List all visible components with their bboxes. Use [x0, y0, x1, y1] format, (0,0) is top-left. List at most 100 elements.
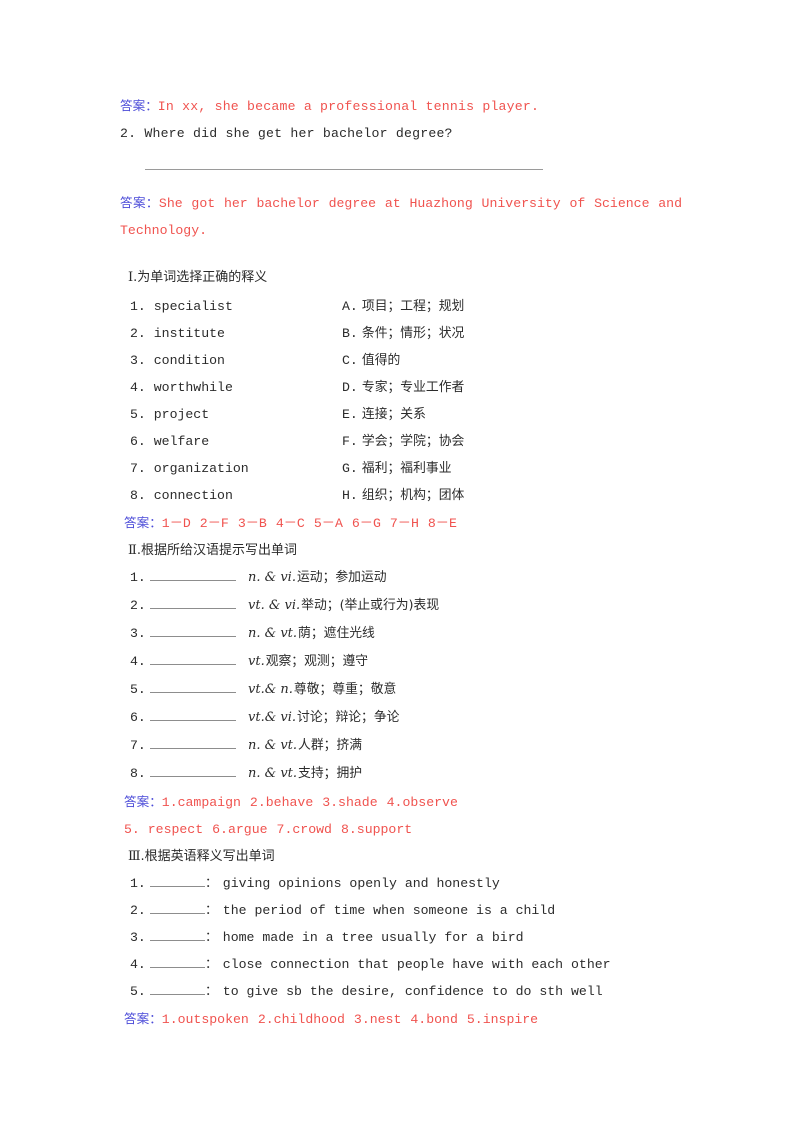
answer-item: 5.inspire: [466, 1012, 539, 1027]
chinese-hint: 尊敬；尊重；敬意: [293, 682, 397, 697]
worksheet-page: 答案：In xx, she became a professional tenn…: [0, 0, 800, 1132]
match-meaning: E. 连接；关系: [342, 401, 426, 428]
match-word: 3. condition: [130, 353, 225, 368]
section-3-heading: Ⅲ.根据英语释义写出单词: [120, 843, 682, 870]
row-number: 8.: [130, 766, 146, 781]
fill-row: 1. n. & vi. 运动；参加运动: [120, 564, 682, 592]
section-1-answers: 答案：1－D 2－F 3－B 4－C 5－A 6－G 7－H 8－E: [120, 509, 682, 537]
fill-row: 2. vt. & vi. 举动；(举止或行为)表现: [120, 592, 682, 620]
word-blank-input[interactable]: [150, 954, 205, 968]
word-blank-input[interactable]: [150, 873, 205, 887]
match-meaning-text: 组织；机构；团体: [361, 488, 465, 503]
answer-label: 答案：: [124, 794, 162, 809]
colon-separator: ：: [205, 957, 218, 972]
definition-row: 1. ： giving opinions openly and honestly: [120, 870, 682, 897]
chinese-hint: 讨论；辩论；争论: [297, 710, 400, 725]
match-meaning: D. 专家；专业工作者: [342, 374, 464, 401]
answer-item: 4.bond: [410, 1012, 458, 1027]
row-number: 5.: [130, 984, 146, 999]
chinese-hint: 运动；参加运动: [296, 570, 387, 585]
section-2-answer-text-2: 5. respect 6.argue 7.crowd 8.support: [124, 822, 421, 837]
part-of-speech: n. & vt.: [248, 766, 298, 781]
answer-item: 8.support: [340, 822, 413, 837]
part-of-speech: vt. & vi.: [248, 598, 301, 613]
match-word: 6. welfare: [130, 434, 210, 449]
answer-label: 答案：: [120, 98, 158, 113]
answer-item: 3.shade: [322, 795, 378, 810]
chinese-hint: 荫；遮住光线: [298, 626, 375, 641]
fill-row: 5. vt.& n. 尊敬；尊重；敬意: [120, 676, 682, 704]
word-blank-input[interactable]: [150, 763, 236, 777]
match-meaning: G. 福利；福利事业: [342, 455, 451, 482]
answer-line-1: 答案：In xx, she became a professional tenn…: [120, 92, 682, 120]
matching-list: 1. specialist A. 项目；工程；规划 2. institute B…: [120, 293, 682, 509]
section-3-answers: 答案：1.outspoken 2.childhood 3.nest 4.bond 5.i…: [120, 1005, 682, 1033]
row-number: 6.: [130, 710, 146, 725]
word-blank-input[interactable]: [150, 595, 236, 609]
word-blank-input[interactable]: [150, 900, 205, 914]
match-row: 1. specialist A. 项目；工程；规划: [120, 293, 682, 320]
match-meaning-text: 值得的: [361, 353, 401, 368]
match-letter: D.: [342, 380, 358, 395]
match-row: 3. condition C. 值得的: [120, 347, 682, 374]
match-letter: F.: [342, 434, 358, 449]
colon-separator: ：: [205, 930, 218, 945]
answer-label: 答案：: [120, 195, 159, 210]
match-letter: E.: [342, 407, 358, 422]
match-word: 2. institute: [130, 326, 225, 341]
word-blank-input[interactable]: [150, 981, 205, 995]
word-blank-input[interactable]: [150, 707, 236, 721]
match-meaning-text: 条件；情形；状况: [361, 326, 465, 341]
match-letter: H.: [342, 488, 358, 503]
fill-row: 4. vt. 观察；观测；遵守: [120, 648, 682, 676]
section-3-title: .根据英语释义写出单词: [140, 849, 275, 864]
word-blank-input[interactable]: [150, 567, 236, 581]
answer-item: 1.outspoken: [161, 1012, 249, 1027]
match-word: 7. organization: [130, 461, 249, 476]
section-3-answer-text: 1.outspoken 2.childhood 3.nest 4.bond 5.insp…: [162, 1012, 547, 1027]
colon-separator: ：: [205, 984, 218, 999]
answer-item: 4－C: [275, 516, 305, 531]
answer-item: 6.argue: [212, 822, 268, 837]
part-of-speech: n. & vi.: [248, 570, 296, 585]
section-1-answer-text: 1－D 2－F 3－B 4－C 5－A 6－G 7－H 8－E: [162, 516, 466, 531]
answer-item: 7－H: [389, 516, 419, 531]
match-word: 4. worthwhile: [130, 380, 233, 395]
question-2: 2. Where did she get her bachelor degree…: [120, 126, 453, 141]
section-2-numeral: Ⅱ: [128, 543, 137, 558]
answer-item: 2.behave: [249, 795, 314, 810]
answer-item: 3.nest: [353, 1012, 402, 1027]
word-blank-input[interactable]: [150, 651, 236, 665]
fill-row: 6. vt.& vi. 讨论；辩论；争论: [120, 704, 682, 732]
match-word: 1. specialist: [130, 299, 233, 314]
section-1-title: .为单词选择正确的释义: [133, 270, 268, 285]
match-row: 5. project E. 连接；关系: [120, 401, 682, 428]
row-number: 3.: [130, 930, 146, 945]
row-number: 4.: [130, 654, 146, 669]
match-word: 8. connection: [130, 488, 233, 503]
definition-text: the period of time when someone is a chi…: [222, 903, 556, 918]
section-2-answer-text-1: 1.campaign 2.behave 3.shade 4.observe: [162, 795, 467, 810]
match-word: 5. project: [130, 407, 210, 422]
definition-text: close connection that people have with e…: [222, 957, 611, 972]
answer-item: 6－G: [351, 516, 381, 531]
definition-text: home made in a tree usually for a bird: [222, 930, 524, 945]
colon-separator: ：: [205, 903, 218, 918]
row-number: 2.: [130, 903, 146, 918]
row-number: 5.: [130, 682, 146, 697]
section-2-heading: Ⅱ.根据所给汉语提示写出单词: [120, 537, 682, 564]
word-blank-input[interactable]: [150, 735, 236, 749]
row-number: 2.: [130, 598, 146, 613]
word-blank-input[interactable]: [150, 927, 205, 941]
answer-item: 8－E: [427, 516, 457, 531]
match-letter: B.: [342, 326, 358, 341]
word-blank-input[interactable]: [150, 679, 236, 693]
match-meaning: C. 值得的: [342, 347, 400, 374]
section-2-answers-line-1: 答案：1.campaign 2.behave 3.shade 4.observe: [120, 788, 682, 816]
match-meaning-text: 专家；专业工作者: [361, 380, 465, 395]
word-blank-input[interactable]: [150, 623, 236, 637]
answer-label: 答案：: [124, 1011, 162, 1026]
match-meaning: F. 学会；学院；协会: [342, 428, 464, 455]
match-meaning-text: 连接；关系: [361, 407, 426, 422]
match-meaning-text: 福利；福利事业: [361, 461, 452, 476]
